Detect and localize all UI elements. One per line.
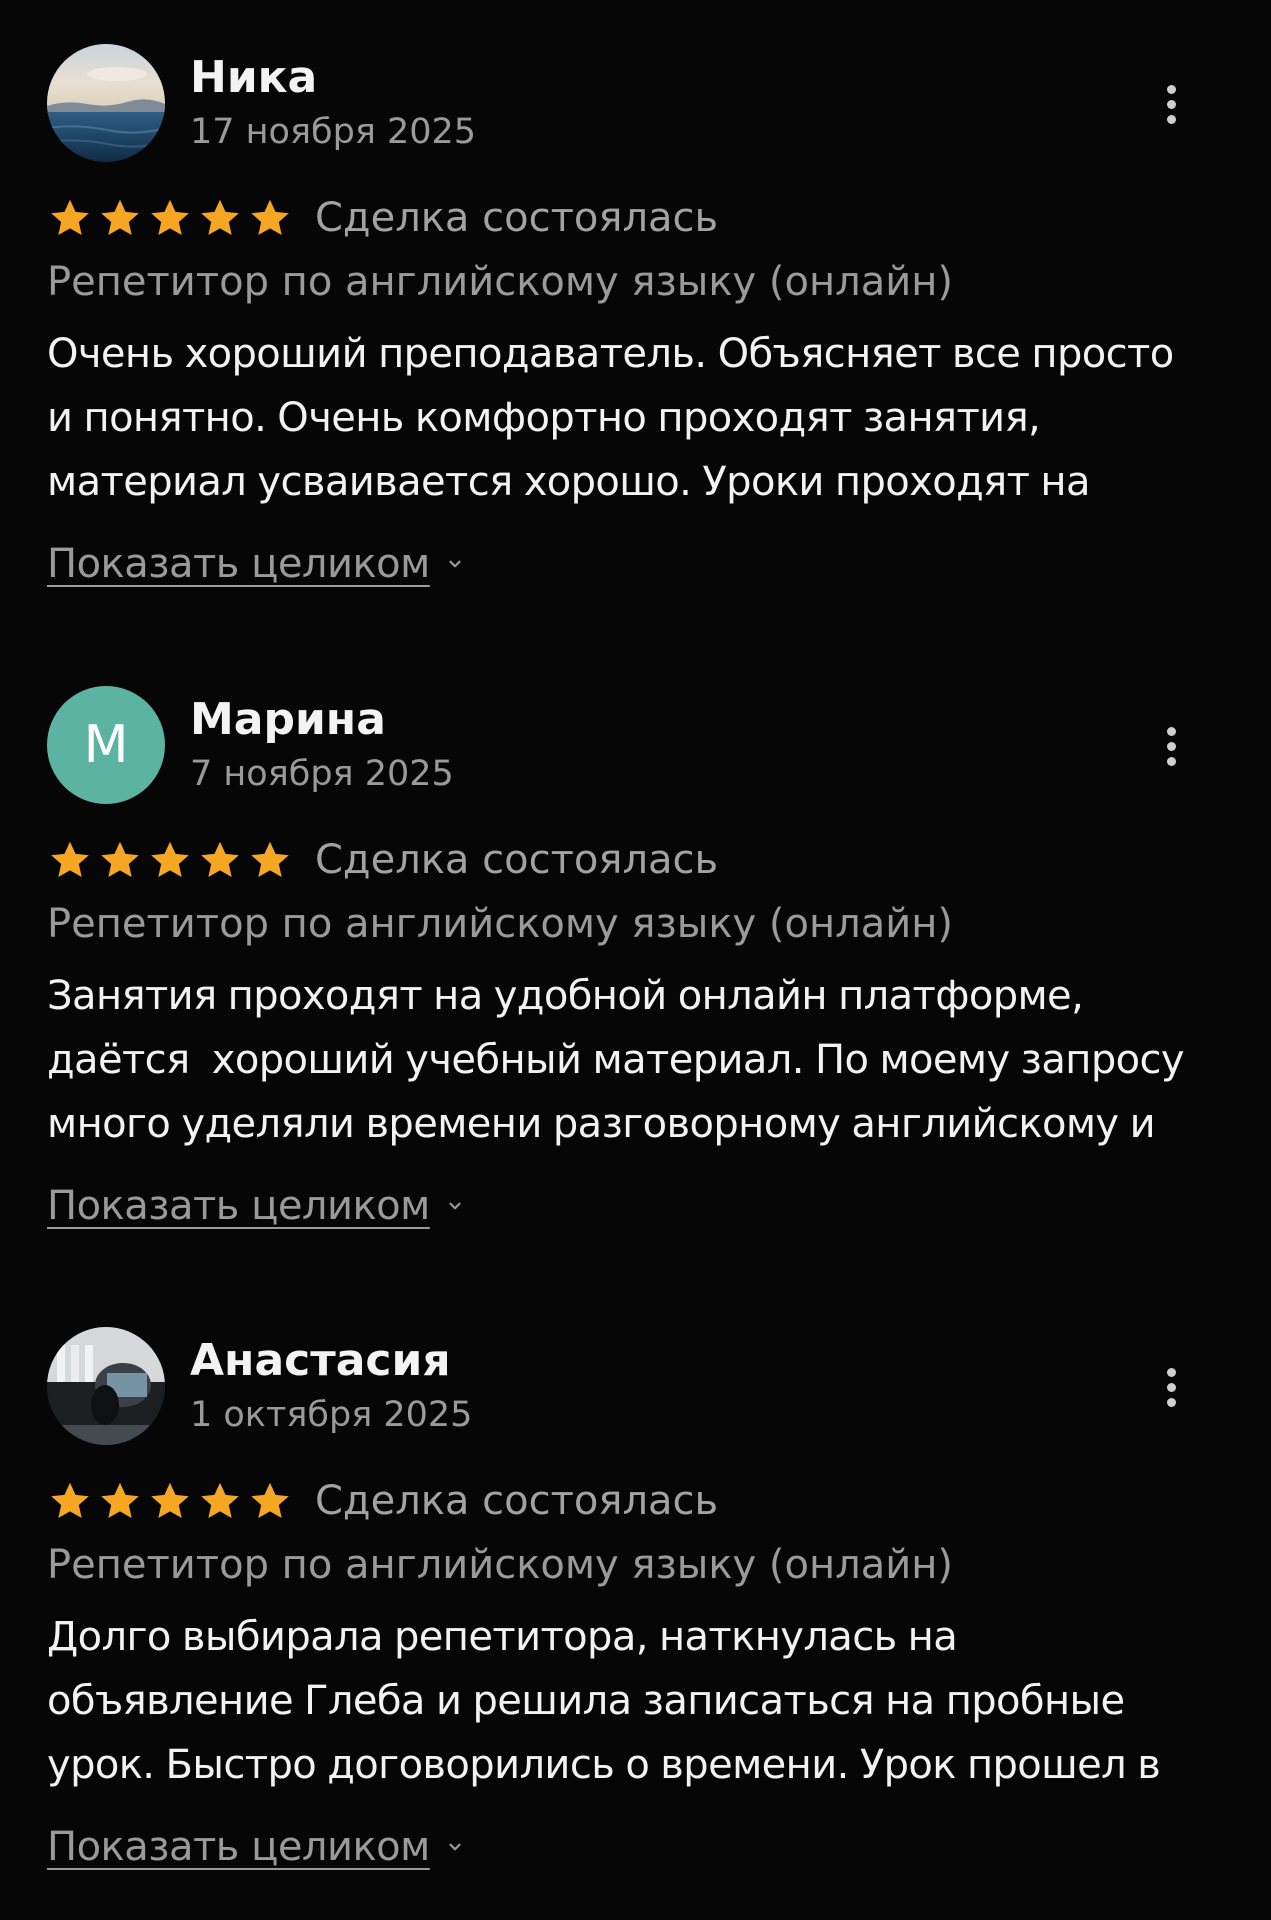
avatar-letter: М	[83, 715, 129, 775]
star-icon	[201, 199, 239, 236]
review-text: Очень хороший преподаватель. Объясняет в…	[47, 322, 1237, 514]
show-more-label: Показать целиком	[47, 1824, 430, 1870]
sea-photo-icon	[47, 44, 165, 162]
deal-status: Сделка состоялась	[315, 837, 719, 883]
review-text-line: урок. Быстро договорились о времени. Уро…	[47, 1742, 1161, 1788]
review-text-line: объявление Глеба и решила записаться на …	[47, 1678, 1125, 1724]
avatar[interactable]	[47, 1327, 165, 1445]
review-text-line: и понятно. Очень комфортно проходят заня…	[47, 395, 1041, 441]
rating-row: Сделка состоялась	[47, 832, 718, 888]
review-card: М Марина 7 ноября 2025 Сделка состоялась…	[0, 642, 1271, 1242]
star-icon	[151, 841, 189, 878]
more-options-icon[interactable]	[1151, 76, 1191, 132]
review-text-line: Долго выбирала репетитора, наткнулась на	[47, 1614, 958, 1660]
star-rating	[47, 837, 293, 883]
deal-status: Сделка состоялась	[315, 195, 719, 241]
star-icon	[201, 841, 239, 878]
star-rating	[47, 195, 293, 241]
avatar[interactable]	[47, 44, 165, 162]
star-icon	[151, 1482, 189, 1519]
review-text-line: даётся хороший учебный материал. По моем…	[47, 1037, 1185, 1083]
review-card: Анастасия 1 октября 2025 Сделка состояла…	[0, 1283, 1271, 1883]
star-icon	[51, 1482, 89, 1519]
avatar[interactable]: М	[47, 686, 165, 804]
star-icon	[251, 199, 289, 236]
show-more-link[interactable]: Показать целиком	[47, 536, 464, 592]
star-icon	[201, 1482, 239, 1519]
review-text-line: материал усваивается хорошо. Уроки прохо…	[47, 459, 1090, 505]
review-text-line: много уделяли времени разговорному англи…	[47, 1101, 1156, 1147]
star-rating	[47, 1478, 293, 1524]
star-icon	[101, 199, 139, 236]
service-name: Репетитор по английскому языку (онлайн)	[47, 901, 953, 947]
show-more-label: Показать целиком	[47, 541, 430, 587]
reviewer-name: Ника	[190, 52, 318, 103]
review-text-line: Занятия проходят на удобной онлайн платф…	[47, 973, 1084, 1019]
review-card: Ника 17 ноября 2025 Сделка состоялась Ре…	[0, 0, 1271, 600]
chevron-down-icon	[449, 1202, 461, 1210]
review-text-line: Очень хороший преподаватель. Объясняет в…	[47, 331, 1174, 377]
rating-row: Сделка состоялась	[47, 1473, 718, 1529]
star-icon	[51, 199, 89, 236]
show-more-label: Показать целиком	[47, 1183, 430, 1229]
more-options-icon[interactable]	[1151, 1359, 1191, 1415]
service-name: Репетитор по английскому языку (онлайн)	[47, 259, 953, 305]
star-icon	[51, 841, 89, 878]
review-text: Долго выбирала репетитора, наткнулась на…	[47, 1605, 1237, 1797]
service-name: Репетитор по английскому языку (онлайн)	[47, 1542, 953, 1588]
review-date: 17 ноября 2025	[190, 112, 477, 152]
chevron-down-icon	[449, 560, 461, 568]
more-options-icon[interactable]	[1151, 718, 1191, 774]
review-date: 1 октября 2025	[190, 1395, 473, 1435]
reviewer-name: Марина	[190, 694, 386, 745]
star-icon	[101, 1482, 139, 1519]
star-icon	[251, 1482, 289, 1519]
review-text: Занятия проходят на удобной онлайн платф…	[47, 964, 1237, 1156]
show-more-link[interactable]: Показать целиком	[47, 1178, 464, 1234]
review-date: 7 ноября 2025	[190, 754, 454, 794]
star-icon	[151, 199, 189, 236]
deal-status: Сделка состоялась	[315, 1478, 719, 1524]
reviewer-name: Анастасия	[190, 1335, 451, 1386]
chevron-down-icon	[449, 1843, 461, 1851]
room-photo-icon	[47, 1327, 165, 1445]
show-more-link[interactable]: Показать целиком	[47, 1819, 464, 1875]
star-icon	[251, 841, 289, 878]
rating-row: Сделка состоялась	[47, 190, 718, 246]
star-icon	[101, 841, 139, 878]
